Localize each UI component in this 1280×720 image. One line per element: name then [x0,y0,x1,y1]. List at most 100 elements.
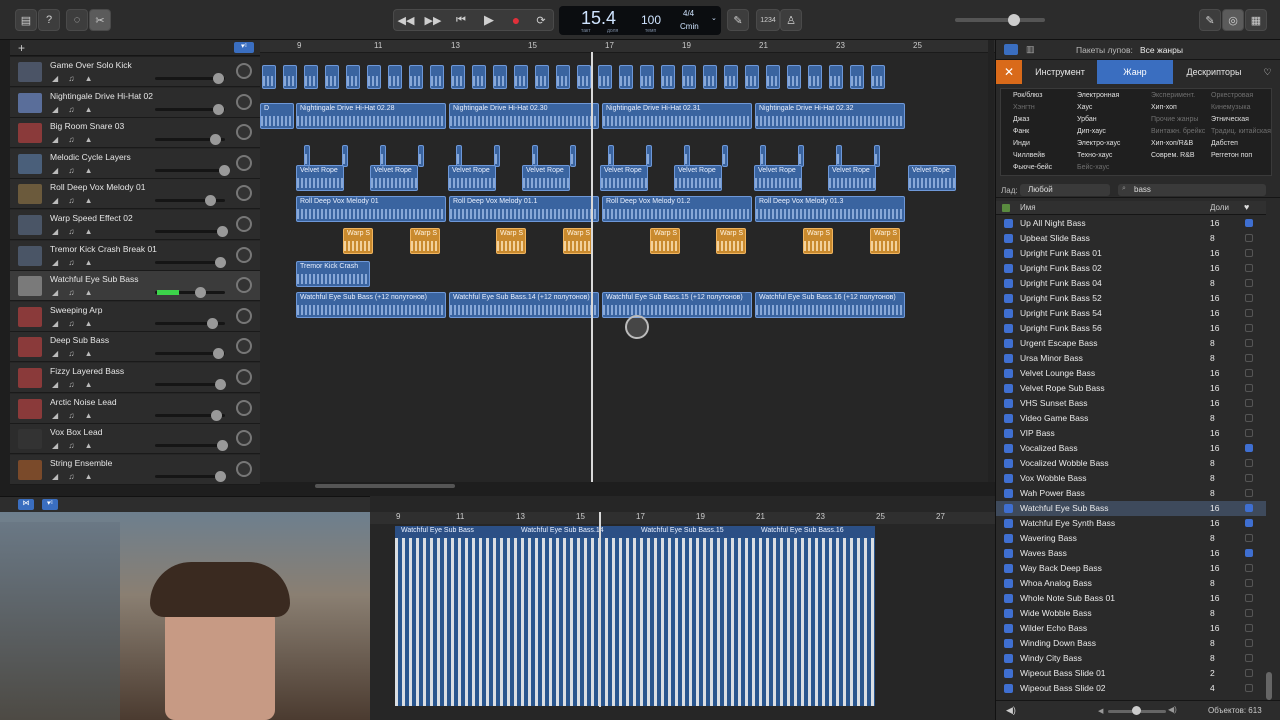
track-name[interactable]: Tremor Kick Crash Break 01 [50,244,157,254]
favorite-checkbox[interactable] [1245,249,1253,257]
favorite-checkbox[interactable] [1245,294,1253,302]
sub-bass-region[interactable]: Watchful Eye Sub Bass.16 (+12 полутонов) [755,292,905,319]
loop-row[interactable]: Upright Funk Bass 04 8 [996,276,1266,291]
favorite-checkbox[interactable] [1245,279,1253,287]
volume-knob[interactable] [207,317,218,329]
hihat-region[interactable]: D [260,102,294,129]
track-controls[interactable]: ◢ ♫ ▲ [52,227,97,236]
snare-region[interactable] [304,145,310,168]
kick-region[interactable] [493,65,507,89]
pan-knob[interactable] [236,277,252,294]
velvet-rope-region[interactable]: Velvet Rope [448,164,496,191]
favorite-checkbox[interactable] [1245,564,1253,572]
track-header[interactable]: Tremor Kick Crash Break 01 ◢ ♫ ▲ [10,240,260,271]
volume-knob[interactable] [1008,14,1020,26]
catch-playhead-icon[interactable]: ▾ᶜ [234,42,254,53]
waveform[interactable] [395,538,875,706]
volume-slider[interactable] [155,470,226,482]
favorite-checkbox[interactable] [1245,219,1253,227]
volume-knob[interactable] [205,195,216,207]
velvet-rope-region[interactable]: Velvet Rope [674,164,722,191]
volume-knob[interactable] [211,409,222,421]
kick-region[interactable] [262,65,276,89]
kick-region[interactable] [388,65,402,89]
heart-icon[interactable]: ♡ [1254,60,1280,84]
favorite-checkbox[interactable] [1245,684,1253,692]
vox-melody-region[interactable]: Roll Deep Vox Melody 01.2 [602,196,752,223]
track-header[interactable]: Roll Deep Vox Melody 01 ◢ ♫ ▲ [10,179,260,210]
loop-row[interactable]: Upright Funk Bass 56 16 [996,321,1266,336]
track-header[interactable]: Watchful Eye Sub Bass ◢ ♫ ▲ [10,271,260,302]
favorite-checkbox[interactable] [1245,399,1253,407]
track-header[interactable]: Game Over Solo Kick ◢ ♫ ▲ [10,57,260,87]
genre-item[interactable]: Эксперимент. [1151,92,1195,99]
favorite-checkbox[interactable] [1245,489,1253,497]
kick-region[interactable] [304,65,318,89]
kick-region[interactable] [871,65,885,89]
volume-knob[interactable] [215,256,226,268]
columns-icon[interactable]: ▥ [1026,44,1035,55]
favorite-checkbox[interactable] [1245,579,1253,587]
favorite-checkbox[interactable] [1245,639,1253,647]
pan-knob[interactable] [236,124,252,141]
track-name[interactable]: Sweeping Arp [50,305,102,315]
vox-melody-region[interactable]: Roll Deep Vox Melody 01.3 [755,196,905,223]
hihat-region[interactable]: Nightingale Drive Hi-Hat 02.30 [449,102,599,129]
kick-region[interactable] [661,65,675,89]
genre-item[interactable]: Фанк [1013,128,1029,135]
genre-item[interactable]: Оркестровая [1211,92,1253,99]
track-controls[interactable]: ◢ ♫ ▲ [52,196,97,205]
kick-region[interactable] [514,65,528,89]
snare-region[interactable] [418,145,424,168]
favorite-checkbox[interactable] [1245,669,1253,677]
genre-item[interactable]: Прочие жанры [1151,116,1198,123]
favorite-checkbox[interactable] [1245,654,1253,662]
loop-view-icon[interactable] [1004,44,1018,55]
volume-knob[interactable] [217,440,228,452]
genre-item[interactable]: Электро-хаус [1077,140,1120,147]
vertical-scrollbar[interactable] [988,40,994,482]
loop-row[interactable]: Whole Note Sub Bass 01 16 [996,591,1266,606]
genre-item[interactable]: Урбан [1077,116,1097,123]
track-name[interactable]: Arctic Noise Lead [50,397,117,407]
vox-melody-region[interactable]: Roll Deep Vox Melody 01.1 [449,196,599,223]
favorite-checkbox[interactable] [1245,624,1253,632]
smart-controls-icon[interactable]: ◌ [66,9,88,31]
loop-row[interactable]: Wah Power Bass 8 [996,486,1266,501]
pan-knob[interactable] [236,185,252,202]
track-header[interactable]: String Ensemble ◢ ♫ ▲ [10,454,260,485]
tremor-region[interactable]: Tremor Kick Crash [296,260,370,287]
library-icon[interactable]: ▤ [15,9,37,31]
master-volume-slider[interactable] [955,14,1045,26]
loop-row[interactable]: Wide Wobble Bass 8 [996,606,1266,621]
kick-region[interactable] [682,65,696,89]
loop-row[interactable]: Velvet Lounge Bass 16 [996,366,1266,381]
pan-knob[interactable] [236,216,252,232]
track-controls[interactable]: ◢ ♫ ▲ [52,105,97,114]
loop-row[interactable]: Velvet Rope Sub Bass 16 [996,381,1266,396]
loop-row[interactable]: Watchful Eye Synth Bass 16 [996,516,1266,531]
volume-slider[interactable] [155,195,225,207]
kick-region[interactable] [787,65,801,89]
kick-region[interactable] [598,65,612,89]
list-scrollbar[interactable] [1266,672,1272,700]
genre-item[interactable]: Дип-хаус [1077,128,1106,135]
kick-region[interactable] [283,65,297,89]
pan-knob[interactable] [236,307,252,324]
pan-knob[interactable] [236,430,252,447]
genre-item[interactable]: Электронная [1077,92,1119,99]
genre-item[interactable]: Хаус [1077,104,1092,111]
loop-row[interactable]: Upbeat Slide Bass 8 [996,231,1266,246]
favorite-checkbox[interactable] [1245,609,1253,617]
volume-slider[interactable] [155,226,228,237]
warp-effect-region[interactable]: Warp S [343,228,373,254]
sub-bass-region[interactable]: Watchful Eye Sub Bass.15 (+12 полутонов) [602,292,752,319]
track-controls[interactable]: ◢ ♫ ▲ [52,441,97,450]
genre-item[interactable]: Винтажн. брейкс [1151,128,1205,135]
loop-row[interactable]: Upright Funk Bass 02 16 [996,261,1266,276]
favorite-checkbox[interactable] [1245,444,1253,452]
horizontal-scrollbar[interactable] [315,484,455,488]
track-header[interactable]: Deep Sub Bass ◢ ♫ ▲ [10,332,260,363]
track-controls[interactable]: ◢ ♫ ▲ [52,74,97,83]
velvet-rope-region[interactable]: Velvet Rope [370,164,418,191]
